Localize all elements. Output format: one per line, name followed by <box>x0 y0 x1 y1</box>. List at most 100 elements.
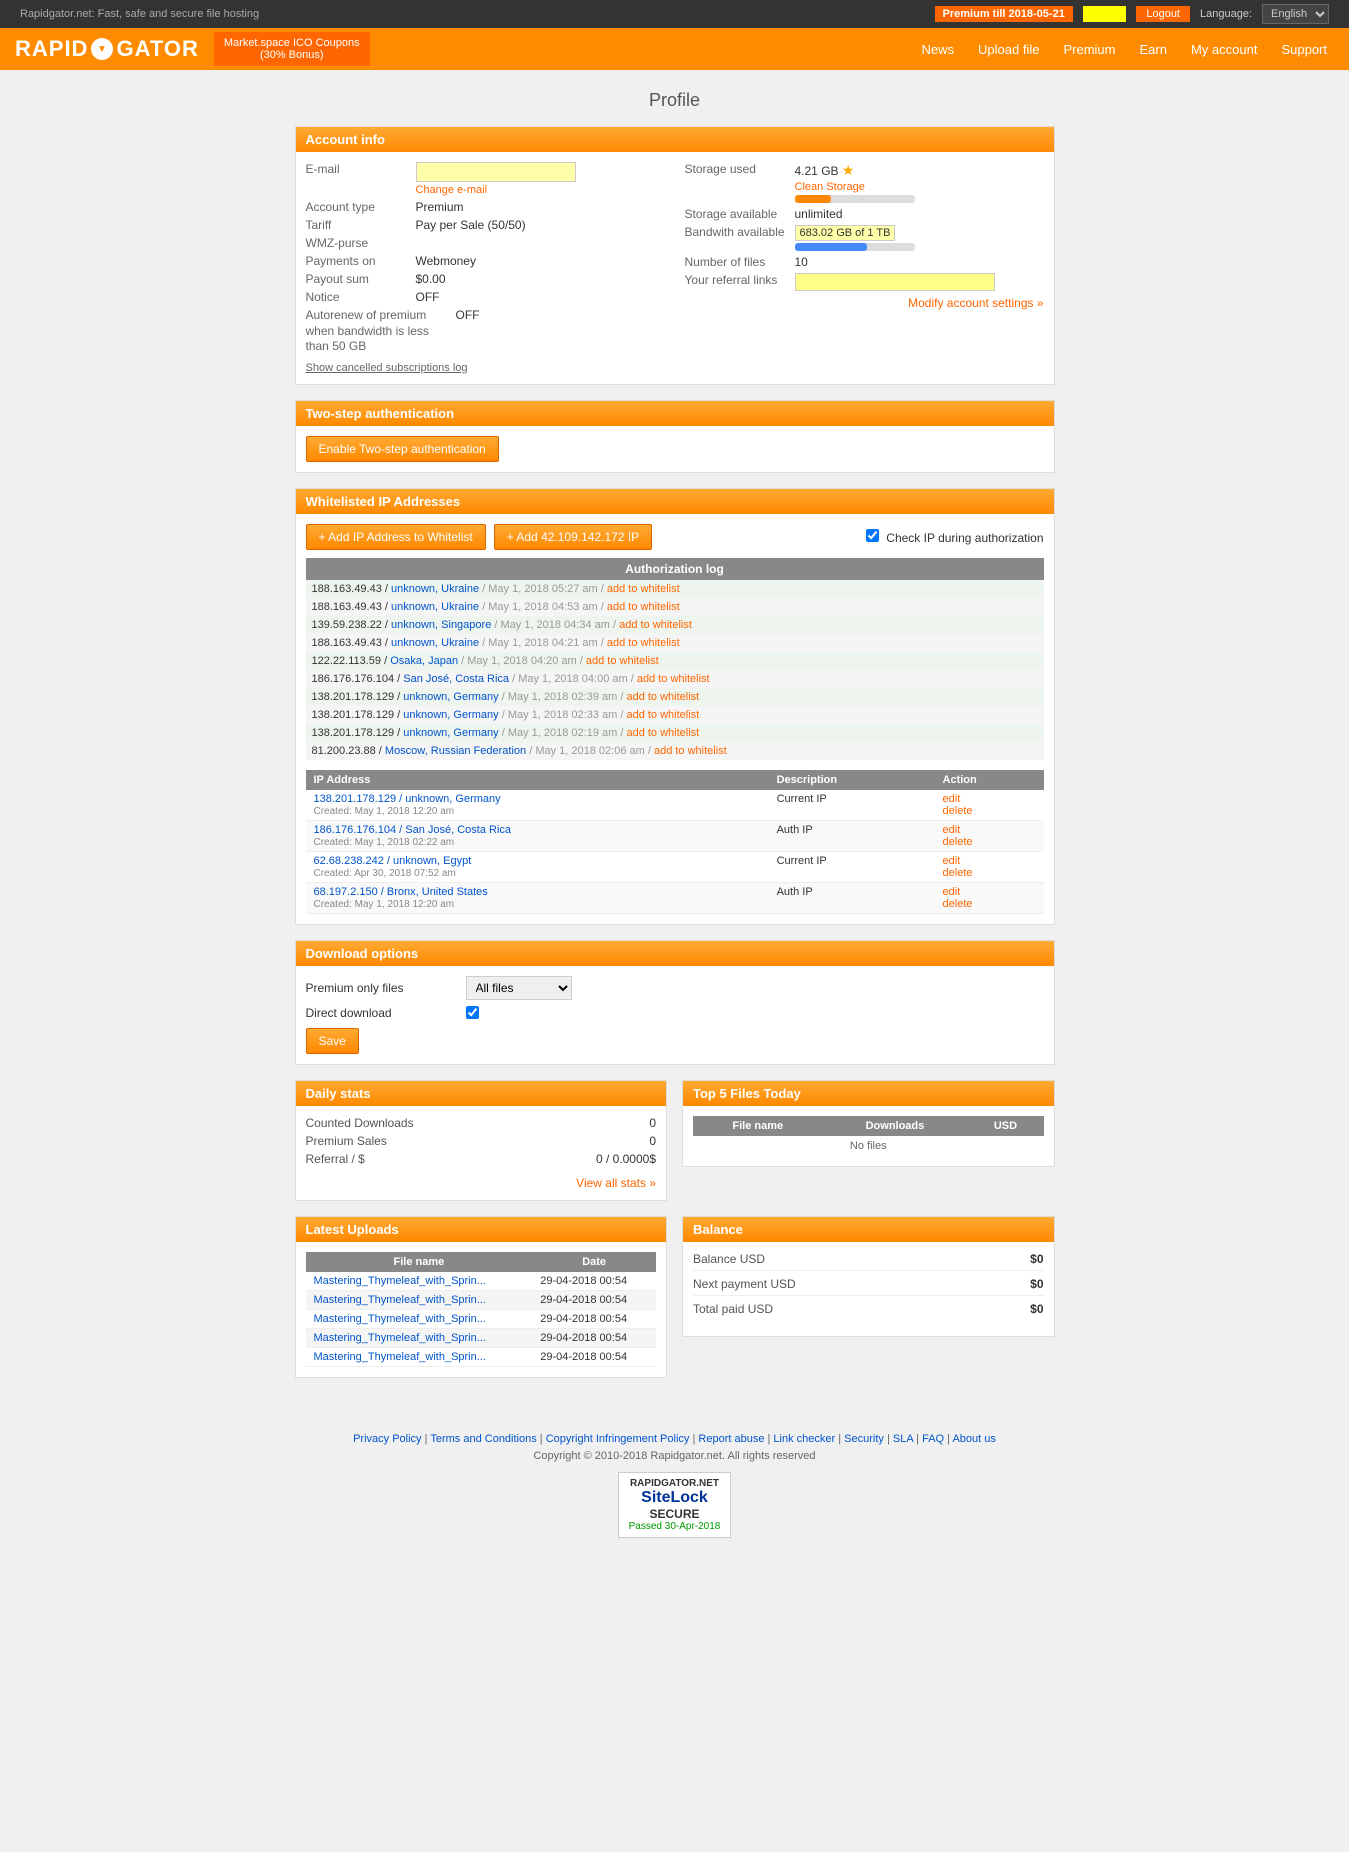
add-whitelist-link[interactable]: add to whitelist <box>607 637 680 649</box>
add-whitelist-link[interactable]: add to whitelist <box>619 619 692 631</box>
nav-links: News Upload file Premium Earn My account… <box>910 30 1339 69</box>
tariff-label: Tariff <box>306 218 416 232</box>
wmz-row: WMZ-purse <box>306 236 665 250</box>
add-whitelist-link[interactable]: add to whitelist <box>607 583 680 595</box>
edit-ip-link[interactable]: edit <box>943 793 1036 805</box>
file-link[interactable]: Mastering_Thymeleaf_with_Sprin... <box>314 1351 486 1363</box>
edit-ip-link[interactable]: edit <box>943 886 1036 898</box>
top-bar: Rapidgator.net: Fast, safe and secure fi… <box>0 0 1349 28</box>
delete-ip-link[interactable]: delete <box>943 867 1036 879</box>
file-link[interactable]: Mastering_Thymeleaf_with_Sprin... <box>314 1294 486 1306</box>
latest-uploads-header: Latest Uploads <box>296 1217 667 1242</box>
account-right: Storage used 4.21 GB ★ Clean Storage Sto… <box>685 162 1044 374</box>
delete-ip-link[interactable]: delete <box>943 805 1036 817</box>
footer-about-us[interactable]: About us <box>952 1433 995 1445</box>
action-col-header: Action <box>935 770 1044 790</box>
add-ip-button[interactable]: + Add IP Address to Whitelist <box>306 524 486 550</box>
footer-security[interactable]: Security <box>844 1433 884 1445</box>
footer-report-abuse[interactable]: Report abuse <box>698 1433 764 1445</box>
language-select[interactable]: English <box>1262 4 1329 24</box>
tagline: Rapidgator.net: Fast, safe and secure fi… <box>20 8 259 20</box>
change-email-link[interactable]: Change e-mail <box>416 184 488 196</box>
enable-two-step-button[interactable]: Enable Two-step authentication <box>306 436 499 462</box>
delete-ip-link[interactable]: delete <box>943 836 1036 848</box>
referral-input[interactable] <box>795 273 995 291</box>
nav-premium[interactable]: Premium <box>1051 30 1127 69</box>
ip-table-row: 62.68.238.242 / unknown, Egypt Created: … <box>306 851 1044 882</box>
clean-storage-link[interactable]: Clean Storage <box>795 181 865 193</box>
edit-ip-link[interactable]: edit <box>943 855 1036 867</box>
counted-downloads-row: Counted Downloads 0 <box>306 1116 657 1130</box>
nav-support[interactable]: Support <box>1269 30 1339 69</box>
modify-account-link[interactable]: Modify account settings » <box>685 296 1044 310</box>
top-files-table: File name Downloads USD No files <box>693 1116 1044 1156</box>
add-whitelist-link[interactable]: add to whitelist <box>626 691 699 703</box>
add-whitelist-link[interactable]: add to whitelist <box>607 601 680 613</box>
referral-stats-row: Referral / $ 0 / 0.0000$ <box>306 1152 657 1166</box>
sitelock-badge: RAPIDGATOR.NET SiteLock SECURE Passed 30… <box>618 1472 732 1538</box>
logo-text-2: GATOR <box>116 36 198 62</box>
num-files-value: 10 <box>795 255 808 269</box>
footer-privacy[interactable]: Privacy Policy <box>353 1433 421 1445</box>
balance-header: Balance <box>683 1217 1054 1242</box>
autorenew-row: Autorenew of premium when bandwidth is l… <box>306 308 665 355</box>
show-cancelled-link[interactable]: Show cancelled subscriptions log <box>306 362 468 374</box>
footer-faq[interactable]: FAQ <box>922 1433 944 1445</box>
account-type-value: Premium <box>416 200 464 214</box>
footer-link-checker[interactable]: Link checker <box>773 1433 835 1445</box>
edit-ip-link[interactable]: edit <box>943 824 1036 836</box>
bandwidth-value: 683.02 GB of 1 TB <box>795 225 896 241</box>
add-current-ip-button[interactable]: + Add 42.109.142.172 IP <box>494 524 652 550</box>
direct-download-checkbox[interactable] <box>466 1006 479 1019</box>
payments-row: Payments on Webmoney <box>306 254 665 268</box>
stats-row: Daily stats Counted Downloads 0 Premium … <box>295 1080 1055 1216</box>
auth-log-row: 138.201.178.129 / unknown, Germany / May… <box>306 724 1044 742</box>
account-type-row: Account type Premium <box>306 200 665 214</box>
autorenew-value: OFF <box>456 308 480 355</box>
account-info-body: E-mail Change e-mail Account type Premiu… <box>296 152 1054 384</box>
check-ip-label: Check IP during authorization <box>866 529 1044 545</box>
email-row: E-mail Change e-mail <box>306 162 665 196</box>
desc-col-header: Description <box>769 770 935 790</box>
logo: RAPID GATOR <box>10 28 214 70</box>
view-all-stats-link[interactable]: View all stats » <box>306 1176 657 1190</box>
nav-earn[interactable]: Earn <box>1128 30 1179 69</box>
auth-log-row: 138.201.178.129 / unknown, Germany / May… <box>306 706 1044 724</box>
nav-upload[interactable]: Upload file <box>966 30 1051 69</box>
nav-account[interactable]: My account <box>1179 30 1269 69</box>
file-link[interactable]: Mastering_Thymeleaf_with_Sprin... <box>314 1332 486 1344</box>
referral-row: Your referral links <box>685 273 1044 291</box>
add-whitelist-link[interactable]: add to whitelist <box>637 673 710 685</box>
bandwidth-bar <box>795 243 915 251</box>
delete-ip-link[interactable]: delete <box>943 898 1036 910</box>
premium-sales-row: Premium Sales 0 <box>306 1134 657 1148</box>
download-options-body: Premium only files All files Premium onl… <box>296 966 1054 1064</box>
storage-bar <box>795 195 915 203</box>
direct-download-row: Direct download <box>306 1006 1044 1020</box>
check-ip-checkbox[interactable] <box>866 529 879 542</box>
file-link[interactable]: Mastering_Thymeleaf_with_Sprin... <box>314 1275 486 1287</box>
add-whitelist-link[interactable]: add to whitelist <box>654 745 727 757</box>
add-whitelist-link[interactable]: add to whitelist <box>626 727 699 739</box>
auth-log-row: 188.163.49.43 / unknown, Ukraine / May 1… <box>306 598 1044 616</box>
upload-row: Mastering_Thymeleaf_with_Sprin... 29-04-… <box>306 1272 657 1291</box>
logout-button[interactable]: Logout <box>1136 6 1190 22</box>
market-button[interactable]: Market.space ICO Coupons (30% Bonus) <box>214 32 370 66</box>
footer-sla[interactable]: SLA <box>893 1433 913 1445</box>
footer-terms[interactable]: Terms and Conditions <box>430 1433 536 1445</box>
add-whitelist-link[interactable]: add to whitelist <box>626 709 699 721</box>
file-link[interactable]: Mastering_Thymeleaf_with_Sprin... <box>314 1313 486 1325</box>
footer-copyright-infringement[interactable]: Copyright Infringement Policy <box>546 1433 690 1445</box>
email-input[interactable] <box>416 162 576 182</box>
upload-date-col: Date <box>532 1252 656 1272</box>
add-whitelist-link[interactable]: add to whitelist <box>586 655 659 667</box>
notice-value: OFF <box>416 290 440 304</box>
bandwidth-fill <box>795 243 867 251</box>
upload-row: Mastering_Thymeleaf_with_Sprin... 29-04-… <box>306 1290 657 1309</box>
save-download-options-button[interactable]: Save <box>306 1028 359 1054</box>
ip-table-row: 138.201.178.129 / unknown, Germany Creat… <box>306 790 1044 821</box>
nav-news[interactable]: News <box>910 30 967 69</box>
two-step-body: Enable Two-step authentication <box>296 426 1054 472</box>
sitelock-passed: Passed 30-Apr-2018 <box>629 1521 721 1532</box>
premium-files-select[interactable]: All files Premium only <box>466 976 572 1000</box>
